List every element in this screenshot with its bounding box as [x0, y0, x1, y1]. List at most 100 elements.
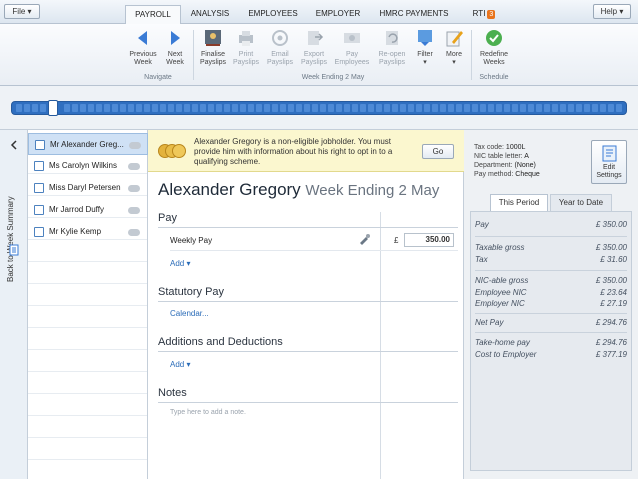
week-tick[interactable] [592, 104, 598, 112]
week-tick[interactable] [88, 104, 94, 112]
toggle-icon[interactable] [128, 229, 140, 236]
week-tick[interactable] [528, 104, 534, 112]
toggle-icon[interactable] [128, 163, 140, 170]
week-tick[interactable] [376, 104, 382, 112]
week-tick[interactable] [408, 104, 414, 112]
toggle-icon[interactable] [129, 142, 141, 149]
help-menu-button[interactable]: Help ▾ [593, 4, 631, 19]
week-tick[interactable] [72, 104, 78, 112]
week-tick[interactable] [584, 104, 590, 112]
tab-this-period[interactable]: This Period [490, 194, 548, 211]
week-tick[interactable] [304, 104, 310, 112]
week-tick[interactable] [496, 104, 502, 112]
employee-list-item[interactable]: Miss Daryl Petersen [28, 177, 148, 199]
week-tick[interactable] [296, 104, 302, 112]
week-tick[interactable] [176, 104, 182, 112]
week-tick[interactable] [120, 104, 126, 112]
email-payslips-button[interactable]: Email Payslips [264, 28, 296, 74]
filter-button[interactable]: Filter ▾ [412, 28, 438, 74]
week-tick[interactable] [568, 104, 574, 112]
week-tick[interactable] [32, 104, 38, 112]
week-tick[interactable] [616, 104, 622, 112]
week-tick[interactable] [232, 104, 238, 112]
week-tick[interactable] [384, 104, 390, 112]
tab-analysis[interactable]: ANALYSIS [183, 5, 237, 24]
previous-week-button[interactable]: Previous Week [126, 28, 160, 74]
employee-list-item[interactable]: Mr Kylie Kemp [28, 221, 148, 243]
notes-input[interactable]: Type here to add a note. [170, 409, 246, 416]
pay-employees-button[interactable]: Pay Employees [333, 28, 371, 74]
week-tick[interactable] [560, 104, 566, 112]
next-week-button[interactable]: Next Week [161, 28, 189, 74]
week-tick[interactable] [600, 104, 606, 112]
week-tick[interactable] [168, 104, 174, 112]
tab-hmrc-payments[interactable]: HMRC PAYMENTS [372, 5, 456, 24]
weekly-pay-amount-input[interactable]: 350.00 [404, 233, 454, 247]
week-tick[interactable] [336, 104, 342, 112]
week-tick[interactable] [448, 104, 454, 112]
week-tick[interactable] [200, 104, 206, 112]
tab-employees[interactable]: EMPLOYEES [241, 5, 305, 24]
week-tick[interactable] [128, 104, 134, 112]
print-payslips-button[interactable]: Print Payslips [231, 28, 261, 74]
week-tick[interactable] [144, 104, 150, 112]
export-payslips-button[interactable]: Export Payslips [298, 28, 330, 74]
toggle-icon[interactable] [128, 185, 140, 192]
week-tick[interactable] [248, 104, 254, 112]
week-tick[interactable] [272, 104, 278, 112]
week-tick[interactable] [576, 104, 582, 112]
week-tick[interactable] [96, 104, 102, 112]
week-tick[interactable] [104, 104, 110, 112]
employee-list-item[interactable]: Mr Jarrod Duffy [28, 199, 148, 221]
week-tick[interactable] [552, 104, 558, 112]
employee-list-item[interactable]: Mr Alexander Greg... [28, 133, 148, 155]
week-tick[interactable] [240, 104, 246, 112]
week-tick[interactable] [392, 104, 398, 112]
week-tick[interactable] [536, 104, 542, 112]
week-tick[interactable] [504, 104, 510, 112]
week-tick[interactable] [16, 104, 22, 112]
week-tick[interactable] [440, 104, 446, 112]
week-tick[interactable] [64, 104, 70, 112]
week-tick[interactable] [520, 104, 526, 112]
week-tick[interactable] [360, 104, 366, 112]
notice-go-button[interactable]: Go [422, 144, 454, 159]
tab-employer[interactable]: EMPLOYER [308, 5, 368, 24]
week-tick[interactable] [224, 104, 230, 112]
calendar-link[interactable]: Calendar... [170, 309, 209, 318]
edit-pay-icon[interactable] [359, 234, 370, 245]
week-tick[interactable] [464, 104, 470, 112]
week-tick[interactable] [456, 104, 462, 112]
week-tick[interactable] [152, 104, 158, 112]
week-tick[interactable] [216, 104, 222, 112]
week-tick[interactable] [544, 104, 550, 112]
week-timeline[interactable] [11, 100, 627, 116]
week-tick[interactable] [40, 104, 46, 112]
current-week-marker[interactable] [48, 100, 58, 116]
week-tick[interactable] [480, 104, 486, 112]
week-tick[interactable] [184, 104, 190, 112]
week-tick[interactable] [320, 104, 326, 112]
add-pay-button[interactable]: Add ▾ [170, 259, 190, 268]
tab-payroll[interactable]: PAYROLL [125, 5, 181, 25]
week-tick[interactable] [264, 104, 270, 112]
finalise-payslips-button[interactable]: Finalise Payslips [197, 28, 229, 74]
week-tick[interactable] [312, 104, 318, 112]
employee-list-item[interactable]: Ms Carolyn Wilkins [28, 155, 148, 177]
week-tick[interactable] [416, 104, 422, 112]
week-tick[interactable] [112, 104, 118, 112]
week-tick[interactable] [368, 104, 374, 112]
week-tick[interactable] [280, 104, 286, 112]
more-button[interactable]: More ▾ [441, 28, 467, 74]
week-tick[interactable] [424, 104, 430, 112]
redefine-weeks-button[interactable]: Redefine Weeks [476, 28, 512, 74]
week-tick[interactable] [608, 104, 614, 112]
toggle-icon[interactable] [128, 207, 140, 214]
week-tick[interactable] [256, 104, 262, 112]
week-tick[interactable] [136, 104, 142, 112]
week-tick[interactable] [288, 104, 294, 112]
week-tick[interactable] [472, 104, 478, 112]
week-tick[interactable] [80, 104, 86, 112]
week-tick[interactable] [488, 104, 494, 112]
week-tick[interactable] [512, 104, 518, 112]
